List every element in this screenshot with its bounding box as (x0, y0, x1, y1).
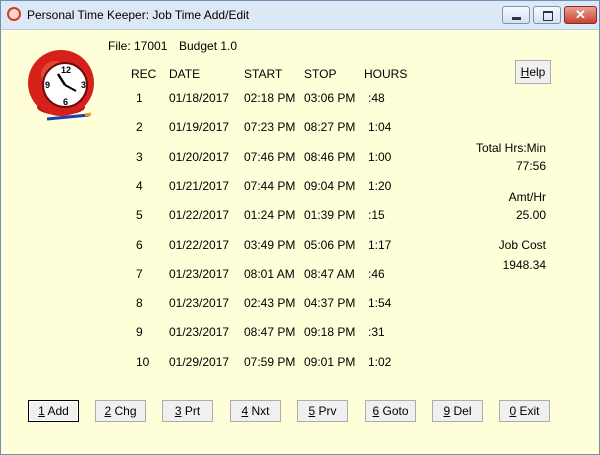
exit-button-label: Exit (516, 404, 540, 418)
cell-date: 01/22/2017 (169, 238, 230, 252)
cell-date: 01/23/2017 (169, 296, 230, 310)
cell-stop: 03:06 PM (304, 91, 356, 105)
previous-button[interactable]: 5 Prv (297, 400, 348, 422)
minimize-icon (512, 17, 521, 20)
cell-stop: 09:01 PM (304, 355, 356, 369)
cell-stop: 04:37 PM (304, 296, 356, 310)
budget-label: Budget 1.0 (179, 39, 238, 53)
cell-start: 07:46 PM (244, 150, 296, 164)
file-label: File: (108, 39, 131, 53)
goto-button[interactable]: 6 Goto (365, 400, 416, 422)
col-header-rec: REC (131, 67, 157, 81)
cell-stop: 08:27 PM (304, 120, 356, 134)
cell-stop: 09:04 PM (304, 179, 356, 193)
cell-stop: 05:06 PM (304, 238, 356, 252)
cell-hours: 1:20 (368, 179, 392, 193)
cell-date: 01/29/2017 (169, 355, 230, 369)
maximize-icon (543, 11, 553, 21)
previous-button-label: Prv (315, 404, 337, 418)
cell-stop: 08:46 PM (304, 150, 356, 164)
cell-rec: 5 (136, 208, 143, 222)
title-bar[interactable]: Personal Time Keeper: Job Time Add/Edit … (1, 1, 599, 30)
cell-start: 07:44 PM (244, 179, 296, 193)
cell-stop: 01:39 PM (304, 208, 356, 222)
alarm-clock-icon: 12 3 6 9 (28, 50, 94, 121)
cell-start: 02:43 PM (244, 296, 296, 310)
col-header-stop: STOP (304, 67, 337, 81)
add-button-label: Add (44, 404, 69, 418)
col-header-hours: HOURS (364, 67, 408, 81)
window-title: Personal Time Keeper: Job Time Add/Edit (27, 8, 250, 22)
cell-rec: 3 (136, 150, 143, 164)
cell-stop: 09:18 PM (304, 325, 356, 339)
cell-date: 01/23/2017 (169, 267, 230, 281)
app-window: Personal Time Keeper: Job Time Add/Edit … (0, 0, 600, 455)
add-button[interactable]: 1 Add (28, 400, 79, 422)
cell-date: 01/18/2017 (169, 91, 230, 105)
job-cost-label: Job Cost (498, 238, 546, 252)
cell-hours: 1:02 (368, 355, 392, 369)
print-button-label: Prt (181, 404, 201, 418)
cell-hours: 1:00 (368, 150, 392, 164)
cell-hours: :15 (368, 208, 385, 222)
cell-start: 08:01 AM (244, 267, 295, 281)
svg-text:9: 9 (45, 80, 50, 90)
cell-rec: 10 (136, 355, 150, 369)
cell-rec: 9 (136, 325, 143, 339)
cell-rec: 8 (136, 296, 143, 310)
cell-stop: 08:47 AM (304, 267, 355, 281)
cell-hours: 1:17 (368, 238, 392, 252)
cell-date: 01/20/2017 (169, 150, 230, 164)
svg-text:12: 12 (61, 65, 71, 75)
cell-rec: 2 (136, 120, 143, 134)
cell-start: 02:18 PM (244, 91, 296, 105)
col-header-date: DATE (169, 67, 201, 81)
cell-hours: :48 (368, 91, 385, 105)
cell-hours: :31 (368, 325, 385, 339)
cell-start: 03:49 PM (244, 238, 296, 252)
svg-text:6: 6 (63, 97, 68, 107)
change-button-label: Chg (111, 404, 137, 418)
print-button[interactable]: 3 Prt (162, 400, 213, 422)
help-button[interactable]: Help (515, 60, 551, 84)
total-hrs-label: Total Hrs:Min (475, 141, 546, 155)
total-hrs-value: 77:56 (515, 159, 546, 173)
cell-rec: 4 (136, 179, 143, 193)
cell-start: 01:24 PM (244, 208, 296, 222)
stopwatch-icon[interactable] (7, 7, 21, 21)
amt-hr-value: 25.00 (515, 208, 546, 222)
job-cost-value: 1948.34 (502, 258, 546, 272)
cell-rec: 7 (136, 267, 143, 281)
cell-date: 01/23/2017 (169, 325, 230, 339)
minimize-button[interactable] (502, 6, 530, 24)
col-header-start: START (244, 67, 283, 81)
next-button[interactable]: 4 Nxt (230, 400, 281, 422)
cell-rec: 1 (136, 91, 143, 105)
cell-hours: 1:54 (368, 296, 392, 310)
change-button[interactable]: 2 Chg (95, 400, 146, 422)
cell-start: 07:59 PM (244, 355, 296, 369)
cell-hours: :46 (368, 267, 385, 281)
delete-button[interactable]: 9 Del (432, 400, 483, 422)
close-button[interactable]: ✕ (564, 6, 597, 24)
next-button-label: Nxt (248, 404, 270, 418)
cell-start: 08:47 PM (244, 325, 296, 339)
cell-rec: 6 (136, 238, 143, 252)
maximize-button[interactable] (533, 6, 561, 24)
cell-start: 07:23 PM (244, 120, 296, 134)
print-button-key: 3 (174, 404, 182, 418)
cell-date: 01/19/2017 (169, 120, 230, 134)
help-button-label: elp (529, 65, 546, 79)
add-button-key: 1 (38, 404, 45, 418)
goto-button-label: Goto (379, 404, 409, 418)
cell-date: 01/22/2017 (169, 208, 230, 222)
exit-button[interactable]: 0 Exit (499, 400, 550, 422)
svg-text:3: 3 (81, 80, 86, 90)
file-value: 17001 (134, 39, 168, 53)
amt-hr-label: Amt/Hr (508, 190, 546, 204)
delete-button-label: Del (450, 404, 472, 418)
cell-date: 01/21/2017 (169, 179, 230, 193)
close-icon: ✕ (575, 7, 586, 22)
cell-hours: 1:04 (368, 120, 392, 134)
